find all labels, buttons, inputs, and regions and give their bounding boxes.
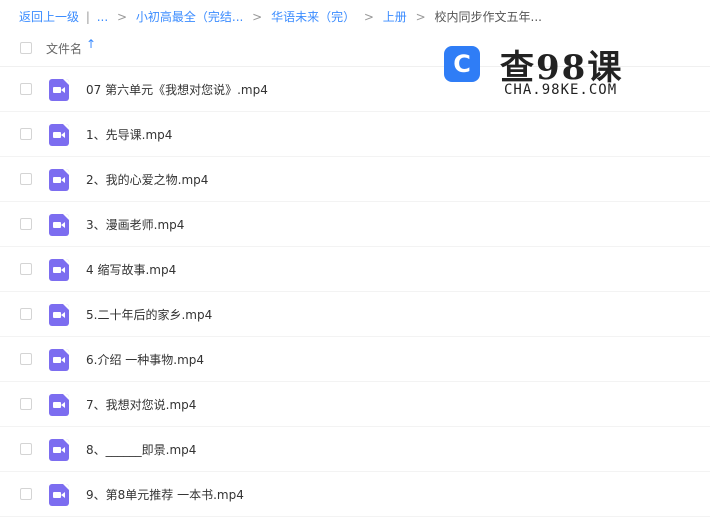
- breadcrumb-separator: >: [415, 10, 426, 24]
- file-row[interactable]: 6.介绍 一种事物.mp4: [0, 337, 710, 382]
- video-file-icon: [49, 439, 69, 461]
- file-checkbox[interactable]: [20, 218, 32, 230]
- watermark-logo: C 查98课 CHA.98KE.COM: [444, 42, 644, 102]
- file-row[interactable]: 5.二十年后的家乡.mp4: [0, 292, 710, 337]
- sort-ascending-icon[interactable]: ↑: [86, 37, 96, 51]
- logo-subtitle: CHA.98KE.COM: [504, 82, 618, 98]
- file-row[interactable]: 4 缩写故事.mp4: [0, 247, 710, 292]
- file-checkbox[interactable]: [20, 443, 32, 455]
- video-file-icon: [49, 304, 69, 326]
- file-name[interactable]: 1、先导课.mp4: [86, 126, 172, 143]
- file-row[interactable]: 3、漫画老师.mp4: [0, 202, 710, 247]
- file-row[interactable]: 9、第8单元推荐 一本书.mp4: [0, 472, 710, 517]
- file-name[interactable]: 2、我的心爱之物.mp4: [86, 171, 208, 188]
- breadcrumb: 返回上一级 | ... > 小初高最全（完结... > 华语未来（完） > 上册…: [19, 9, 542, 25]
- file-name[interactable]: 6.介绍 一种事物.mp4: [86, 351, 204, 368]
- video-file-icon: [49, 484, 69, 506]
- video-file-icon: [49, 394, 69, 416]
- select-all-checkbox[interactable]: [20, 42, 32, 54]
- file-name[interactable]: 8、______即景.mp4: [86, 441, 196, 458]
- breadcrumb-current: 校内同步作文五年...: [434, 10, 542, 24]
- file-checkbox[interactable]: [20, 263, 32, 275]
- breadcrumb-item-3[interactable]: 上册: [383, 10, 407, 24]
- breadcrumb-divider: |: [85, 10, 90, 24]
- breadcrumb-item-1[interactable]: 小初高最全（完结...: [136, 10, 243, 24]
- file-name[interactable]: 07 第六单元《我想对您说》.mp4: [86, 81, 268, 98]
- file-row[interactable]: 7、我想对您说.mp4: [0, 382, 710, 427]
- file-checkbox[interactable]: [20, 128, 32, 140]
- breadcrumb-ellipsis[interactable]: ...: [97, 10, 108, 24]
- file-row[interactable]: 2、我的心爱之物.mp4: [0, 157, 710, 202]
- video-file-icon: [49, 214, 69, 236]
- file-checkbox[interactable]: [20, 173, 32, 185]
- file-checkbox[interactable]: [20, 398, 32, 410]
- back-link[interactable]: 返回上一级: [19, 10, 79, 24]
- file-name[interactable]: 4 缩写故事.mp4: [86, 261, 176, 278]
- file-name[interactable]: 9、第8单元推荐 一本书.mp4: [86, 486, 244, 503]
- file-checkbox[interactable]: [20, 353, 32, 365]
- video-file-icon: [49, 124, 69, 146]
- breadcrumb-item-2[interactable]: 华语未来（完）: [271, 10, 355, 24]
- breadcrumb-separator: >: [117, 10, 128, 24]
- file-name[interactable]: 5.二十年后的家乡.mp4: [86, 306, 212, 323]
- file-name[interactable]: 7、我想对您说.mp4: [86, 396, 196, 413]
- file-checkbox[interactable]: [20, 308, 32, 320]
- video-file-icon: [49, 349, 69, 371]
- file-row[interactable]: 8、______即景.mp4: [0, 427, 710, 472]
- logo-icon: C: [444, 46, 480, 82]
- video-file-icon: [49, 259, 69, 281]
- file-checkbox[interactable]: [20, 83, 32, 95]
- file-name[interactable]: 3、漫画老师.mp4: [86, 216, 184, 233]
- video-file-icon: [49, 79, 69, 101]
- column-header-filename[interactable]: 文件名: [46, 40, 82, 57]
- breadcrumb-separator: >: [252, 10, 263, 24]
- video-file-icon: [49, 169, 69, 191]
- file-checkbox[interactable]: [20, 488, 32, 500]
- breadcrumb-separator: >: [363, 10, 374, 24]
- file-row[interactable]: 1、先导课.mp4: [0, 112, 710, 157]
